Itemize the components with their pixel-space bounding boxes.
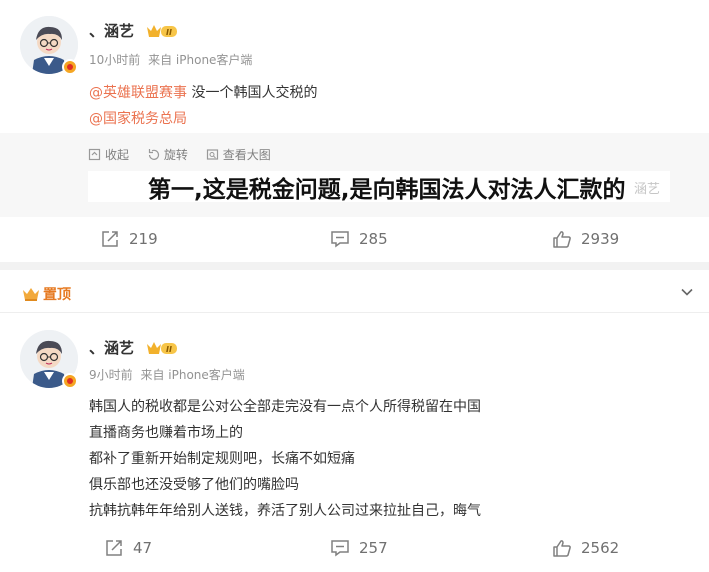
post-actions: 47 257 2562 xyxy=(0,534,709,564)
repost-icon xyxy=(106,540,122,556)
like-button[interactable]: 2939 xyxy=(552,230,619,248)
post-text-line: 韩国人的税收都是公对公全部走完没有一点个人所得税留在中国 xyxy=(89,399,481,415)
rotate-icon xyxy=(148,149,159,160)
vip-badge-icon: II xyxy=(147,342,177,354)
svg-text:II: II xyxy=(166,345,172,354)
like-icon xyxy=(553,540,571,557)
post-content: @英雄联盟赛事 没一个韩国人交税的 @国家税务总局 xyxy=(89,80,317,132)
comment-icon xyxy=(331,231,349,248)
post-time[interactable]: 9小时前 xyxy=(89,368,133,382)
header-separator xyxy=(0,312,709,313)
comment-icon xyxy=(331,540,349,557)
vip-badge-icon: II xyxy=(147,25,177,37)
username[interactable]: 、涵艺 xyxy=(89,337,134,358)
svg-text:II: II xyxy=(166,28,172,37)
view-large-label: 查看大图 xyxy=(222,148,271,162)
verified-badge-icon xyxy=(62,373,78,389)
image-watermark: 涵艺 xyxy=(634,182,661,197)
pinned-text: 置顶 xyxy=(43,287,71,303)
mention-link[interactable]: @英雄联盟赛事 xyxy=(89,85,187,101)
comment-button[interactable]: 285 xyxy=(330,230,388,248)
post-meta: 9小时前 来自 iPhone客户端 xyxy=(89,366,245,383)
repost-icon xyxy=(102,231,118,247)
post-time[interactable]: 10小时前 xyxy=(89,53,140,67)
chevron-down-icon[interactable] xyxy=(679,284,695,300)
post-text-line: 俱乐部也还没受够了他们的嘴脸吗 xyxy=(89,477,299,493)
like-count: 2939 xyxy=(581,230,620,248)
comment-count: 285 xyxy=(359,230,388,248)
feed-divider xyxy=(0,262,709,270)
repost-count: 219 xyxy=(129,230,158,248)
rotate-label: 旋转 xyxy=(163,148,188,162)
repost-button[interactable]: 219 xyxy=(100,230,158,248)
crown-icon xyxy=(23,288,39,301)
verified-badge-icon xyxy=(62,59,78,75)
view-large-button[interactable]: 查看大图 xyxy=(206,146,271,163)
rotate-button[interactable]: 旋转 xyxy=(147,146,188,163)
mention-link[interactable]: @国家税务总局 xyxy=(89,111,187,127)
post-text-line: 抗韩抗韩年年给别人送钱，养活了别人公司过来拉扯自己，晦气 xyxy=(89,503,481,519)
post-source: 来自 iPhone客户端 xyxy=(140,368,245,382)
collapse-button[interactable]: 收起 xyxy=(88,146,129,163)
like-icon xyxy=(553,231,571,248)
like-button[interactable]: 2562 xyxy=(552,539,619,557)
image-caption: 第一,这是税金问题,是向韩国法人对法人汇款的 xyxy=(148,177,626,203)
post-actions: 219 285 2939 xyxy=(0,225,709,255)
comment-count: 257 xyxy=(359,539,388,557)
pinned-label: 置顶 xyxy=(22,284,71,304)
media-toolbar: 收起 旋转 查看大图 xyxy=(88,146,285,164)
repost-button[interactable]: 47 xyxy=(104,539,152,557)
username[interactable]: 、涵艺 xyxy=(89,20,134,41)
post-source: 来自 iPhone客户端 xyxy=(148,53,253,67)
collapse-icon xyxy=(88,148,101,161)
view-large-icon xyxy=(206,149,218,160)
post-meta: 10小时前 来自 iPhone客户端 xyxy=(89,51,252,68)
repost-count: 47 xyxy=(133,539,153,557)
collapse-label: 收起 xyxy=(105,148,130,162)
post-text-line: 直播商务也赚着市场上的 xyxy=(89,425,243,441)
post-text-line: 没一个韩国人交税的 xyxy=(187,85,318,101)
like-count: 2562 xyxy=(581,539,620,557)
comment-button[interactable]: 257 xyxy=(330,539,388,557)
post-text-line: 都补了重新开始制定规则吧，长痛不如短痛 xyxy=(89,451,355,467)
post-content: 韩国人的税收都是公对公全部走完没有一点个人所得税留在中国 直播商务也赚着市场上的… xyxy=(89,394,481,524)
